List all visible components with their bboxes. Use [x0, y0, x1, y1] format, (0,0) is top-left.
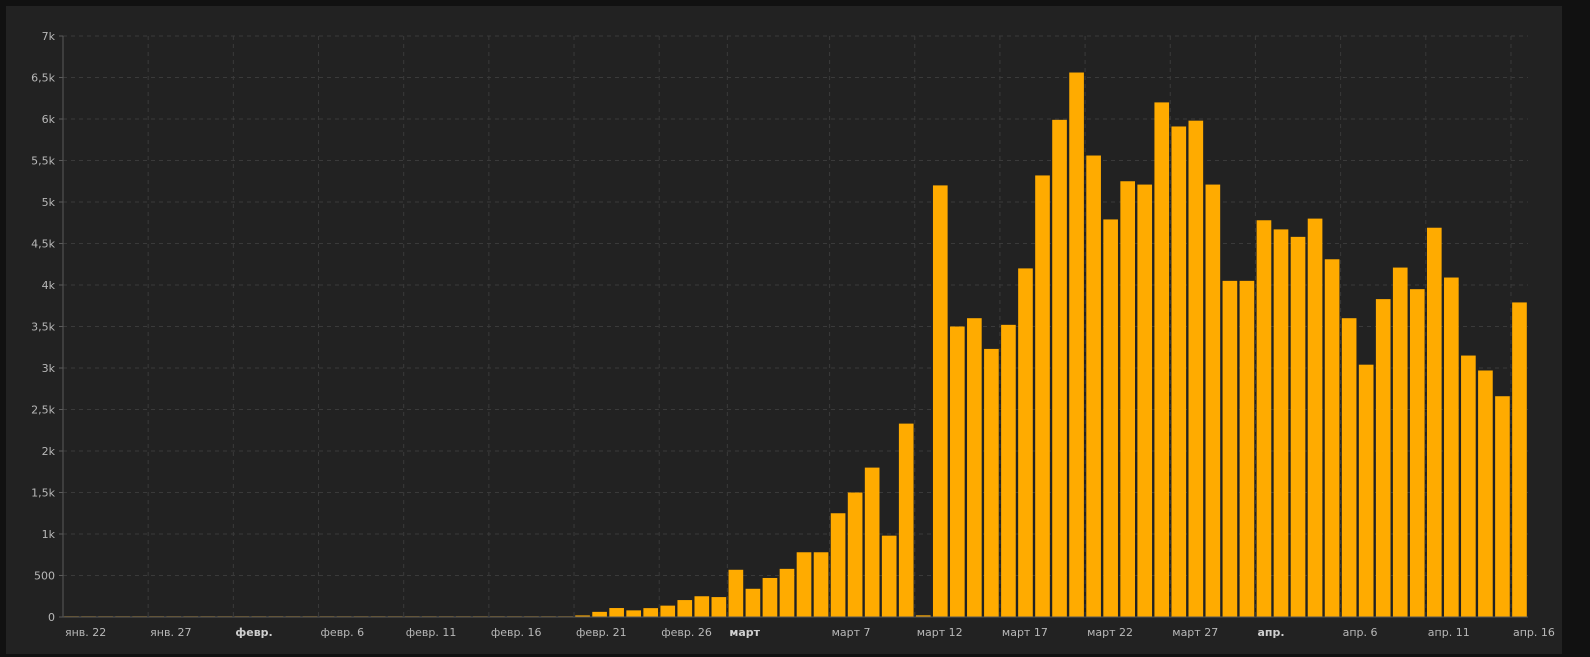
bar-2020-02-25[interactable] — [643, 608, 659, 617]
bar-2020-03-24[interactable] — [1120, 181, 1136, 617]
bar-2020-03-05[interactable] — [796, 552, 812, 617]
x-tick-label: март — [729, 626, 760, 639]
y-tick-label: 2k — [42, 445, 56, 458]
bar-2020-02-22[interactable] — [592, 611, 607, 617]
bar-2020-04-14[interactable] — [1478, 370, 1493, 617]
y-axis-labels: 0 500 1k 1,5k 2k 2,5k 3k 3,5k 4k 4,5k 5k 5,5k 6k 6,5k… — [31, 30, 55, 624]
bar-2020-03-14[interactable] — [950, 326, 965, 618]
bar-2020-03-30[interactable] — [1222, 280, 1238, 617]
bar-2020-02-28[interactable] — [694, 596, 710, 617]
x-tick-label: апр. 16 — [1513, 626, 1555, 639]
x-tick-label: апр. 11 — [1428, 626, 1470, 639]
x-tick-label: март 27 — [1172, 626, 1218, 639]
y-tick-label: 5k — [42, 196, 56, 209]
bar-2020-03-18[interactable] — [1018, 268, 1033, 617]
bar-2020-02-27[interactable] — [677, 600, 693, 617]
bar-2020-03-09[interactable] — [864, 467, 880, 617]
bar-2020-04-12[interactable] — [1444, 277, 1459, 617]
bar-2020-04-11[interactable] — [1426, 227, 1442, 618]
x-tick-label: февр. — [235, 626, 272, 639]
bar-2020-04-10[interactable] — [1409, 289, 1425, 617]
y-tick-label: 500 — [34, 570, 55, 583]
bar-2020-02-29[interactable] — [711, 597, 727, 617]
y-tick-label: 7k — [42, 30, 56, 43]
bar-2020-03-10[interactable] — [881, 535, 897, 617]
bar-2020-02-24[interactable] — [626, 610, 641, 617]
bar-2020-03-23[interactable] — [1103, 219, 1118, 617]
bar-2020-03-01[interactable] — [728, 569, 744, 617]
x-tick-label: март 7 — [832, 626, 871, 639]
bar-2020-02-26[interactable] — [660, 605, 676, 617]
bar-2020-04-06[interactable] — [1341, 318, 1357, 617]
bars-layer — [64, 72, 1527, 618]
bar-2020-03-26[interactable] — [1154, 102, 1170, 617]
bar-2020-03-02[interactable] — [745, 588, 761, 617]
bar-2020-04-08[interactable] — [1375, 299, 1391, 617]
y-tick-label: 2,5k — [31, 404, 55, 417]
bar-2020-04-15[interactable] — [1495, 396, 1510, 617]
bar-2020-04-05[interactable] — [1324, 259, 1340, 617]
x-tick-label: апр. 6 — [1343, 626, 1378, 639]
y-tick-label: 4k — [42, 279, 56, 292]
bar-2020-04-16[interactable] — [1512, 302, 1527, 617]
y-tick-label: 1,5k — [31, 487, 55, 500]
y-tick-label: 6k — [42, 113, 56, 126]
x-tick-label: апр. — [1257, 626, 1284, 639]
bar-2020-03-08[interactable] — [847, 492, 863, 618]
bar-2020-03-20[interactable] — [1052, 119, 1067, 617]
y-tick-label: 4,5k — [31, 238, 55, 251]
bar-2020-04-09[interactable] — [1392, 267, 1408, 617]
bar-2020-04-02[interactable] — [1273, 229, 1289, 617]
bar-2020-03-29[interactable] — [1205, 184, 1221, 617]
bar-2020-03-16[interactable] — [984, 348, 999, 617]
x-tick-label: февр. 26 — [661, 626, 712, 639]
x-tick-label: янв. 22 — [65, 626, 106, 639]
y-tick-label: 6,5k — [31, 72, 55, 85]
bar-2020-03-15[interactable] — [967, 318, 982, 617]
x-tick-label: март 12 — [917, 626, 963, 639]
bar-2020-04-01[interactable] — [1256, 220, 1272, 617]
bar-2020-03-17[interactable] — [1001, 324, 1016, 617]
bar-2020-03-19[interactable] — [1035, 175, 1050, 617]
bar-2020-03-11[interactable] — [898, 423, 914, 617]
y-tick-label: 3k — [42, 362, 56, 375]
x-tick-label: март 22 — [1087, 626, 1133, 639]
x-tick-label: февр. 16 — [491, 626, 542, 639]
bar-2020-03-04[interactable] — [779, 568, 795, 617]
y-tick-label: 5,5k — [31, 155, 55, 168]
bar-2020-02-23[interactable] — [609, 608, 624, 617]
bar-2020-03-28[interactable] — [1188, 120, 1204, 617]
x-tick-label: февр. 21 — [576, 626, 627, 639]
bar-2020-04-04[interactable] — [1307, 218, 1323, 617]
bar-2020-03-03[interactable] — [762, 577, 778, 617]
x-tick-label: февр. 6 — [321, 626, 365, 639]
bar-2020-04-03[interactable] — [1290, 236, 1306, 618]
x-axis-labels: янв. 22 янв. 27 февр. февр. 6 февр. 11 февр. … — [65, 626, 1555, 639]
bar-2020-03-06[interactable] — [813, 552, 829, 617]
bar-2020-04-13[interactable] — [1461, 355, 1476, 617]
bar-2020-03-21[interactable] — [1069, 72, 1084, 617]
x-tick-label: янв. 27 — [150, 626, 191, 639]
y-tick-label: 0 — [48, 611, 55, 624]
bar-2020-04-07[interactable] — [1358, 364, 1374, 617]
x-tick-label: февр. 11 — [406, 626, 457, 639]
chart-container: 0 500 1k 1,5k 2k 2,5k 3k 3,5k 4k 4,5k 5k 5,5k 6k 6,5k… — [6, 6, 1562, 654]
bar-2020-03-25[interactable] — [1137, 184, 1153, 617]
bar-2020-03-22[interactable] — [1086, 155, 1101, 617]
bar-2020-03-27[interactable] — [1171, 126, 1187, 617]
bar-2020-03-13[interactable] — [932, 185, 948, 617]
y-tick-label: 3,5k — [31, 321, 55, 334]
bar-2020-03-07[interactable] — [830, 513, 846, 617]
y-tick-label: 1k — [42, 528, 56, 541]
x-tick-label: март 17 — [1002, 626, 1048, 639]
bar-2020-03-31[interactable] — [1239, 280, 1255, 617]
daily-cases-bar-chart: 0 500 1k 1,5k 2k 2,5k 3k 3,5k 4k 4,5k 5k 5,5k 6k 6,5k… — [31, 30, 1555, 639]
